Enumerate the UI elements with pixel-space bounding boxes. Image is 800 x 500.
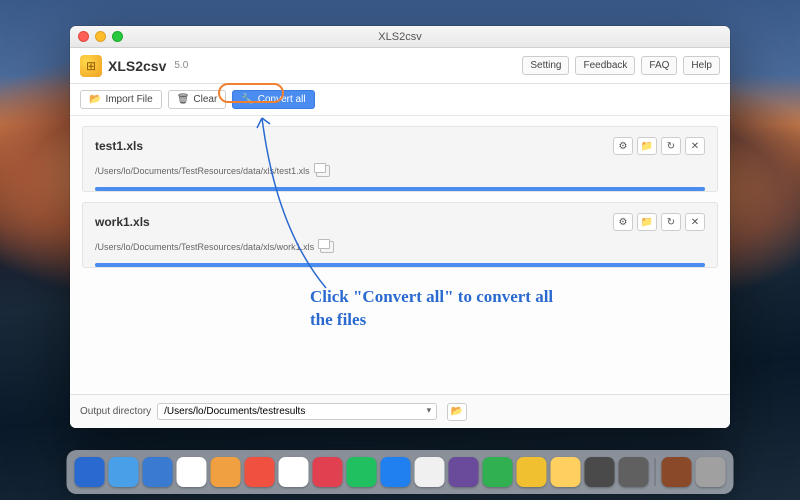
file-card: work1.xls ⚙ 📁 ↻ ✕ /Users/lo/Documents/Te… [82, 202, 718, 268]
file-progress-fill [95, 187, 705, 191]
gear-icon: ⚙ [619, 141, 628, 152]
close-icon: ✕ [691, 217, 699, 228]
app-window: XLS2csv ⊞ XLS2csv 5.0 Setting Feedback F… [70, 26, 730, 428]
folder-open-icon: 📂 [89, 94, 101, 105]
dock-app-icon[interactable] [211, 457, 241, 487]
dock-app-icon[interactable] [619, 457, 649, 487]
folder-open-icon: 📂 [451, 406, 463, 417]
annotation-text: Click "Convert all" to convert all the f… [310, 286, 570, 332]
macos-dock [67, 450, 734, 494]
file-name: work1.xls [95, 215, 609, 229]
dock-app-icon[interactable] [177, 457, 207, 487]
output-directory-label: Output directory [80, 406, 151, 417]
import-file-label: Import File [105, 94, 152, 105]
trash-icon: 🗑 [177, 94, 190, 105]
dock-app-icon[interactable] [585, 457, 615, 487]
dock-app-icon[interactable] [483, 457, 513, 487]
setting-button[interactable]: Setting [522, 56, 569, 75]
faq-button[interactable]: FAQ [641, 56, 677, 75]
toolbar: 📂 Import File 🗑 Clear 🔧 Convert all [70, 84, 730, 116]
file-refresh-button[interactable]: ↻ [661, 137, 681, 155]
file-name: test1.xls [95, 139, 609, 153]
file-progress-bar [95, 187, 705, 191]
close-icon: ✕ [691, 141, 699, 152]
dock-app-icon[interactable] [347, 457, 377, 487]
dock-app-icon[interactable] [109, 457, 139, 487]
folder-icon: 📁 [641, 217, 653, 228]
refresh-icon: ↻ [667, 141, 675, 152]
app-header: ⊞ XLS2csv 5.0 Setting Feedback FAQ Help [70, 48, 730, 84]
clear-button[interactable]: 🗑 Clear [168, 90, 227, 109]
file-remove-button[interactable]: ✕ [685, 137, 705, 155]
app-logo-icon: ⊞ [80, 55, 102, 77]
dock-app-icon[interactable] [662, 457, 692, 487]
app-version: 5.0 [174, 60, 188, 71]
footer-bar: Output directory /Users/lo/Documents/tes… [70, 394, 730, 428]
window-titlebar: XLS2csv [70, 26, 730, 48]
file-settings-button[interactable]: ⚙ [613, 137, 633, 155]
clear-label: Clear [193, 94, 217, 105]
file-refresh-button[interactable]: ↻ [661, 213, 681, 231]
feedback-button[interactable]: Feedback [575, 56, 635, 75]
file-path: /Users/lo/Documents/TestResources/data/x… [95, 242, 314, 252]
output-directory-select[interactable]: /Users/lo/Documents/testresults [157, 403, 437, 420]
dock-app-icon[interactable] [75, 457, 105, 487]
file-open-folder-button[interactable]: 📁 [637, 213, 657, 231]
import-file-button[interactable]: 📂 Import File [80, 90, 162, 109]
dock-app-icon[interactable] [245, 457, 275, 487]
refresh-icon: ↻ [667, 217, 675, 228]
convert-all-label: Convert all [258, 94, 306, 105]
dock-app-icon[interactable] [517, 457, 547, 487]
dock-app-icon[interactable] [279, 457, 309, 487]
dock-app-icon[interactable] [449, 457, 479, 487]
convert-all-button[interactable]: 🔧 Convert all [232, 90, 314, 109]
dock-app-icon[interactable] [415, 457, 445, 487]
app-name: XLS2csv [108, 58, 166, 74]
file-remove-button[interactable]: ✕ [685, 213, 705, 231]
dock-app-icon[interactable] [381, 457, 411, 487]
file-list: test1.xls ⚙ 📁 ↻ ✕ /Users/lo/Documents/Te… [70, 116, 730, 394]
file-open-folder-button[interactable]: 📁 [637, 137, 657, 155]
window-title: XLS2csv [70, 31, 730, 43]
file-card: test1.xls ⚙ 📁 ↻ ✕ /Users/lo/Documents/Te… [82, 126, 718, 192]
dock-divider [655, 458, 656, 486]
file-path: /Users/lo/Documents/TestResources/data/x… [95, 166, 310, 176]
dock-app-icon[interactable] [696, 457, 726, 487]
browse-output-button[interactable]: 📂 [447, 403, 467, 421]
wrench-icon: 🔧 [241, 94, 253, 105]
copy-path-button[interactable] [316, 165, 330, 177]
dock-app-icon[interactable] [313, 457, 343, 487]
dock-app-icon[interactable] [143, 457, 173, 487]
dock-app-icon[interactable] [551, 457, 581, 487]
folder-icon: 📁 [641, 141, 653, 152]
file-settings-button[interactable]: ⚙ [613, 213, 633, 231]
copy-path-button[interactable] [320, 241, 334, 253]
file-progress-bar [95, 263, 705, 267]
help-button[interactable]: Help [683, 56, 720, 75]
gear-icon: ⚙ [619, 217, 628, 228]
file-progress-fill [95, 263, 705, 267]
